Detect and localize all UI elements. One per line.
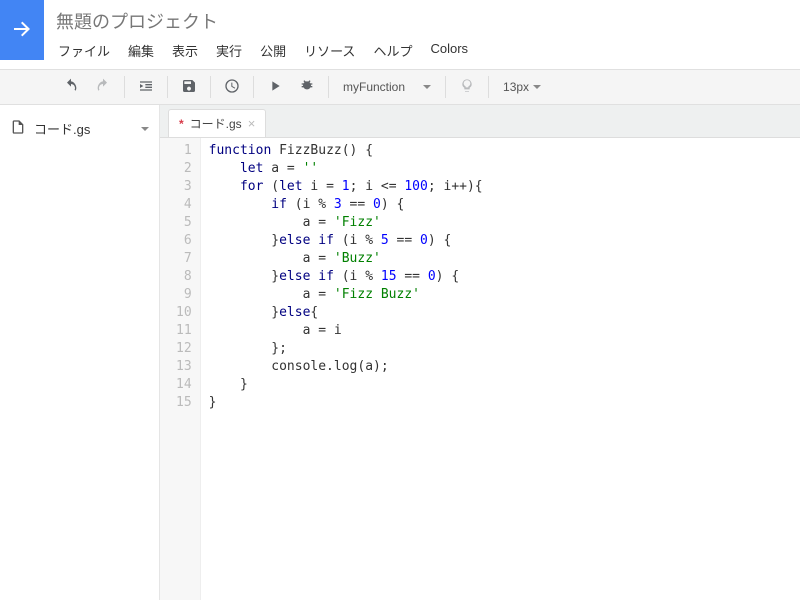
line-number: 8: [176, 268, 192, 286]
line-number: 3: [176, 178, 192, 196]
code-line[interactable]: }: [209, 394, 483, 412]
separator: [253, 76, 254, 98]
menubar: ファイル編集表示実行公開リソースヘルプColors: [44, 36, 800, 69]
separator: [488, 76, 489, 98]
chevron-down-icon: [533, 85, 541, 89]
code-line[interactable]: }else{: [209, 304, 483, 322]
chevron-down-icon: [141, 127, 149, 131]
code-line[interactable]: function FizzBuzz() {: [209, 142, 483, 160]
menu-item[interactable]: Colors: [422, 38, 476, 63]
code-line[interactable]: a = 'Fizz': [209, 214, 483, 232]
line-number: 4: [176, 196, 192, 214]
code-line[interactable]: let a = '': [209, 160, 483, 178]
file-icon: [10, 119, 26, 138]
indent-icon: [138, 78, 154, 97]
toolbar: myFunction 13px: [0, 69, 800, 105]
arrow-right-icon: [10, 17, 34, 44]
app-logo[interactable]: [0, 0, 44, 60]
tabbar: * コード.gs ×: [160, 105, 800, 137]
separator: [167, 76, 168, 98]
separator: [210, 76, 211, 98]
header-right: 無題のプロジェクト ファイル編集表示実行公開リソースヘルプColors: [44, 0, 800, 69]
file-item-label: コード.gs: [34, 119, 90, 138]
line-number: 2: [176, 160, 192, 178]
run-button[interactable]: [260, 73, 290, 101]
function-select-label: myFunction: [343, 80, 405, 94]
debug-button[interactable]: [292, 73, 322, 101]
editor-tab[interactable]: * コード.gs ×: [168, 109, 266, 137]
line-number: 15: [176, 394, 192, 412]
save-icon: [181, 78, 197, 97]
font-size-label: 13px: [503, 80, 529, 94]
line-number: 12: [176, 340, 192, 358]
line-number: 9: [176, 286, 192, 304]
line-gutter: 123456789101112131415: [160, 138, 201, 600]
close-icon[interactable]: ×: [248, 116, 256, 131]
menu-item[interactable]: 実行: [208, 38, 250, 63]
tab-label: コード.gs: [190, 115, 242, 132]
line-number: 7: [176, 250, 192, 268]
code-editor[interactable]: 123456789101112131415 function FizzBuzz(…: [160, 137, 800, 600]
code-line[interactable]: }else if (i % 5 == 0) {: [209, 232, 483, 250]
lightbulb-button[interactable]: [452, 73, 482, 101]
chevron-down-icon: [423, 85, 431, 89]
app-root: 無題のプロジェクト ファイル編集表示実行公開リソースヘルプColors: [0, 0, 800, 600]
code-line[interactable]: a = 'Fizz Buzz': [209, 286, 483, 304]
separator: [445, 76, 446, 98]
function-select[interactable]: myFunction: [335, 73, 439, 101]
line-number: 10: [176, 304, 192, 322]
line-number: 11: [176, 322, 192, 340]
line-number: 13: [176, 358, 192, 376]
font-size-select[interactable]: 13px: [495, 73, 549, 101]
line-number: 6: [176, 232, 192, 250]
menu-item[interactable]: 公開: [252, 38, 294, 63]
menu-item[interactable]: リソース: [296, 38, 363, 63]
menu-item[interactable]: ファイル: [50, 38, 118, 63]
code-area[interactable]: function FizzBuzz() { let a = '' for (le…: [201, 138, 491, 600]
main: コード.gs * コード.gs × 123456789101112131415 …: [0, 105, 800, 600]
redo-icon: [95, 78, 111, 97]
history-button[interactable]: [217, 73, 247, 101]
code-line[interactable]: if (i % 3 == 0) {: [209, 196, 483, 214]
line-number: 5: [176, 214, 192, 232]
code-line[interactable]: a = i: [209, 322, 483, 340]
clock-icon: [224, 78, 240, 97]
menu-item[interactable]: 表示: [164, 38, 206, 63]
code-line[interactable]: };: [209, 340, 483, 358]
menu-item[interactable]: 編集: [120, 38, 162, 63]
code-line[interactable]: a = 'Buzz': [209, 250, 483, 268]
menu-item[interactable]: ヘルプ: [365, 38, 420, 63]
editor-pane: * コード.gs × 123456789101112131415 functio…: [160, 105, 800, 600]
lightbulb-icon: [459, 78, 475, 97]
undo-icon: [63, 78, 79, 97]
file-sidebar: コード.gs: [0, 105, 160, 600]
separator: [124, 76, 125, 98]
indent-button[interactable]: [131, 73, 161, 101]
line-number: 14: [176, 376, 192, 394]
undo-button[interactable]: [56, 73, 86, 101]
code-line[interactable]: for (let i = 1; i <= 100; i++){: [209, 178, 483, 196]
code-line[interactable]: }: [209, 376, 483, 394]
redo-button[interactable]: [88, 73, 118, 101]
play-icon: [267, 78, 283, 97]
code-line[interactable]: }else if (i % 15 == 0) {: [209, 268, 483, 286]
bug-icon: [299, 78, 315, 97]
save-button[interactable]: [174, 73, 204, 101]
line-number: 1: [176, 142, 192, 160]
file-item[interactable]: コード.gs: [0, 113, 159, 144]
project-title[interactable]: 無題のプロジェクト: [44, 0, 800, 36]
dirty-indicator: *: [179, 117, 184, 131]
code-line[interactable]: console.log(a);: [209, 358, 483, 376]
separator: [328, 76, 329, 98]
header: 無題のプロジェクト ファイル編集表示実行公開リソースヘルプColors: [0, 0, 800, 69]
